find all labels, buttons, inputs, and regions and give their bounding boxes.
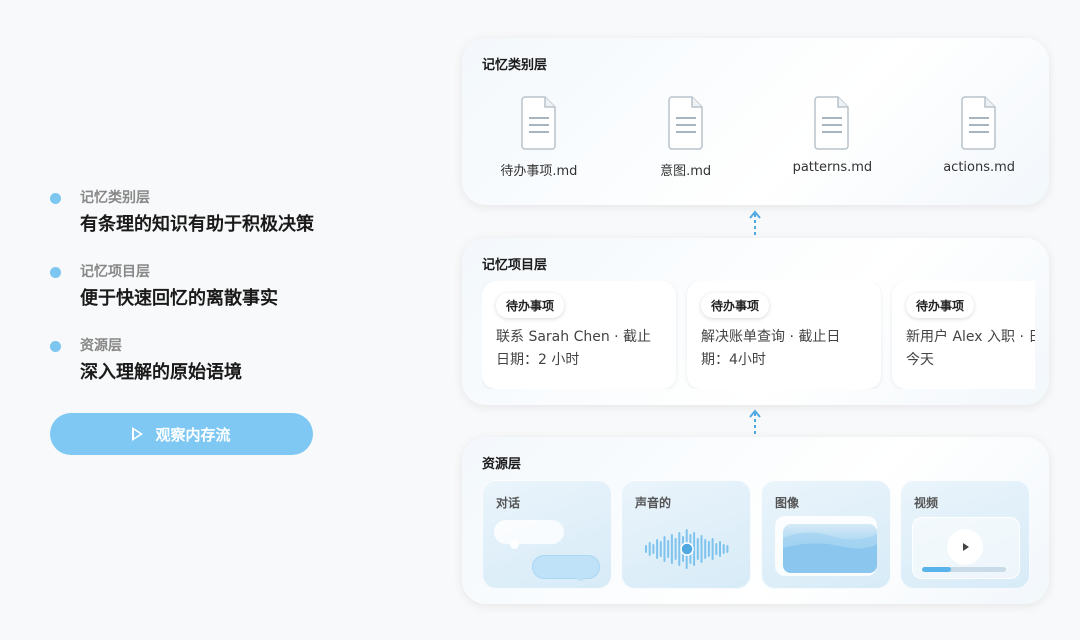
observe-button-label: 观察内存流 bbox=[155, 426, 231, 444]
arrow-up-icon bbox=[749, 409, 761, 434]
file-item[interactable]: patterns.md bbox=[763, 96, 903, 179]
resource-card-video[interactable]: 视频 bbox=[900, 480, 1030, 589]
layer-title: 记忆项目层 bbox=[482, 258, 548, 273]
video-progress-bar[interactable] bbox=[922, 567, 1006, 572]
observe-memory-stream-button[interactable]: 观察内存流 bbox=[50, 413, 313, 455]
document-icon bbox=[667, 96, 703, 150]
file-name: patterns.md bbox=[792, 160, 873, 175]
resource-label: 图像 bbox=[775, 496, 800, 510]
resource-label: 对话 bbox=[496, 496, 521, 510]
file-item[interactable]: 待办事项.md bbox=[469, 96, 609, 179]
item-text: 新用户 Alex 入职 · 日期：今天 bbox=[906, 329, 1035, 368]
legend-dot bbox=[50, 341, 61, 352]
memory-item-card[interactable]: 待办事项 解决账单查询 · 截止日期：4小时 bbox=[687, 281, 881, 389]
play-outline-icon bbox=[132, 427, 144, 441]
file-name: actions.md bbox=[943, 160, 1016, 175]
legend-description: 有条理的知识有助于积极决策 bbox=[80, 214, 314, 235]
file-name: 待办事项.md bbox=[500, 164, 578, 179]
legend-item-categories: 记忆类别层 有条理的知识有助于积极决策 bbox=[50, 188, 370, 262]
memory-item-card[interactable]: 待办事项 新用户 Alex 入职 · 日期：今天 bbox=[892, 281, 1035, 389]
item-tag: 待办事项 bbox=[496, 293, 565, 318]
legend-dot bbox=[50, 193, 61, 204]
memory-item-layer: 记忆项目层 待办事项 联系 Sarah Chen · 截止日期：2 小时 待办事… bbox=[462, 238, 1049, 405]
memory-category-layer: 记忆类别层 待办事项.md 意图.md patterns.md actions.… bbox=[462, 38, 1049, 205]
video-play-button[interactable] bbox=[947, 529, 983, 565]
item-tag: 待办事项 bbox=[906, 293, 975, 318]
layer-title: 资源层 bbox=[482, 457, 522, 472]
document-icon bbox=[521, 96, 556, 150]
legend-dot bbox=[50, 267, 61, 278]
document-icon bbox=[961, 96, 996, 150]
memory-item-card[interactable]: 待办事项 联系 Sarah Chen · 截止日期：2 小时 bbox=[482, 281, 676, 389]
layer-title: 记忆类别层 bbox=[482, 58, 548, 73]
arrow-up-icon bbox=[749, 210, 761, 235]
resource-card-audio[interactable]: 声音的 bbox=[621, 480, 751, 589]
legend-item-resources: 资源层 深入理解的原始语境 bbox=[50, 336, 370, 410]
legend-label: 资源层 bbox=[80, 338, 122, 354]
legend-description: 便于快速回忆的离散事实 bbox=[80, 288, 278, 309]
document-icon bbox=[814, 96, 850, 150]
resource-card-image[interactable]: 图像 bbox=[761, 480, 891, 589]
file-item[interactable]: actions.md bbox=[909, 96, 1049, 179]
file-list: 待办事项.md 意图.md patterns.md actions.md bbox=[462, 96, 1049, 179]
play-icon bbox=[963, 543, 969, 551]
item-card-list: 待办事项 联系 Sarah Chen · 截止日期：2 小时 待办事项 解决账单… bbox=[482, 281, 1035, 389]
legend-label: 记忆项目层 bbox=[80, 264, 150, 280]
resource-label: 视频 bbox=[914, 496, 939, 510]
image-icon bbox=[783, 524, 877, 573]
resource-card-conversation[interactable]: 对话 bbox=[482, 480, 612, 589]
resource-layer: 资源层 对话 声音的 图像 视频 bbox=[462, 437, 1049, 604]
legend-item-items: 记忆项目层 便于快速回忆的离散事实 bbox=[50, 262, 370, 336]
file-name: 意图.md bbox=[660, 164, 712, 179]
legend-label: 记忆类别层 bbox=[80, 190, 150, 206]
audio-wave-icon bbox=[645, 529, 729, 569]
file-item[interactable]: 意图.md bbox=[616, 96, 756, 179]
item-text: 解决账单查询 · 截止日期：4小时 bbox=[701, 329, 841, 368]
item-text: 联系 Sarah Chen · 截止日期：2 小时 bbox=[496, 329, 652, 368]
legend-description: 深入理解的原始语境 bbox=[80, 362, 242, 383]
video-progress-fill bbox=[922, 567, 952, 572]
layer-legend: 记忆类别层 有条理的知识有助于积极决策 记忆项目层 便于快速回忆的离散事实 资源… bbox=[50, 188, 370, 410]
resource-label: 声音的 bbox=[635, 496, 672, 510]
item-tag: 待办事项 bbox=[701, 293, 770, 318]
